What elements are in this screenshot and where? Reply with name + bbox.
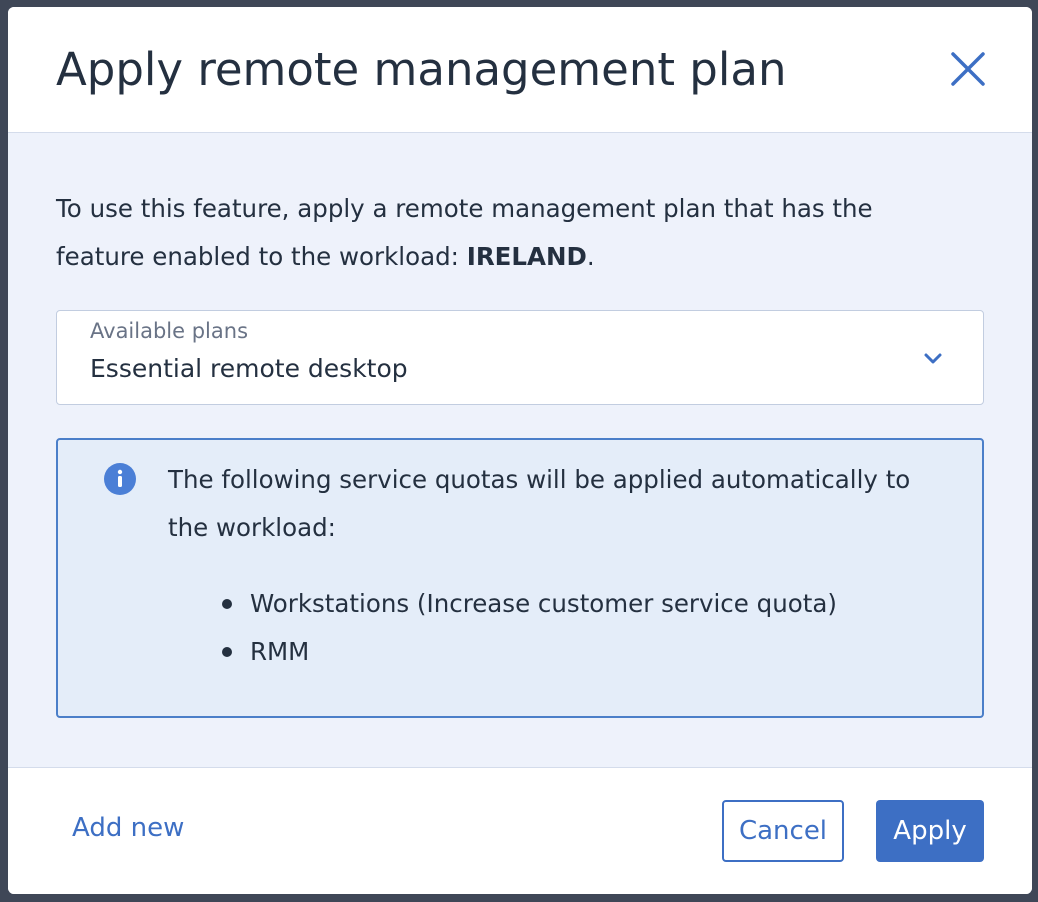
intro-text-after: . bbox=[586, 242, 595, 271]
apply-plan-dialog: Apply remote management plan To use this… bbox=[8, 7, 1032, 894]
info-text: The following service quotas will be app… bbox=[168, 465, 911, 542]
list-item-text: RMM bbox=[250, 637, 310, 666]
available-plans-select[interactable]: Available plans Essential remote desktop bbox=[56, 310, 984, 405]
chevron-down-icon bbox=[924, 353, 942, 364]
add-new-link[interactable]: Add new bbox=[72, 813, 184, 843]
close-icon bbox=[951, 52, 985, 86]
intro-text-before: To use this feature, apply a remote mana… bbox=[56, 194, 873, 271]
bullet bbox=[222, 599, 232, 609]
dialog-title: Apply remote management plan bbox=[56, 43, 787, 96]
bullet bbox=[222, 647, 232, 657]
apply-button[interactable]: Apply bbox=[876, 800, 984, 862]
list-item: RMM bbox=[222, 628, 837, 676]
selected-plan-value: Essential remote desktop bbox=[90, 354, 408, 383]
dialog-header: Apply remote management plan bbox=[8, 7, 1032, 133]
close-button[interactable] bbox=[944, 45, 992, 93]
dialog-body: To use this feature, apply a remote mana… bbox=[8, 133, 1032, 767]
workload-name: IRELAND bbox=[466, 242, 587, 271]
quota-list: Workstations (Increase customer service … bbox=[222, 580, 837, 676]
service-quota-info-box: The following service quotas will be app… bbox=[56, 438, 984, 718]
dialog-footer: Add new Cancel Apply bbox=[8, 767, 1032, 894]
list-item-text: Workstations (Increase customer service … bbox=[250, 589, 837, 618]
cancel-button[interactable]: Cancel bbox=[722, 800, 844, 862]
available-plans-label: Available plans bbox=[90, 319, 249, 343]
info-icon bbox=[104, 463, 136, 495]
list-item: Workstations (Increase customer service … bbox=[222, 580, 837, 628]
intro-text: To use this feature, apply a remote mana… bbox=[56, 185, 956, 281]
